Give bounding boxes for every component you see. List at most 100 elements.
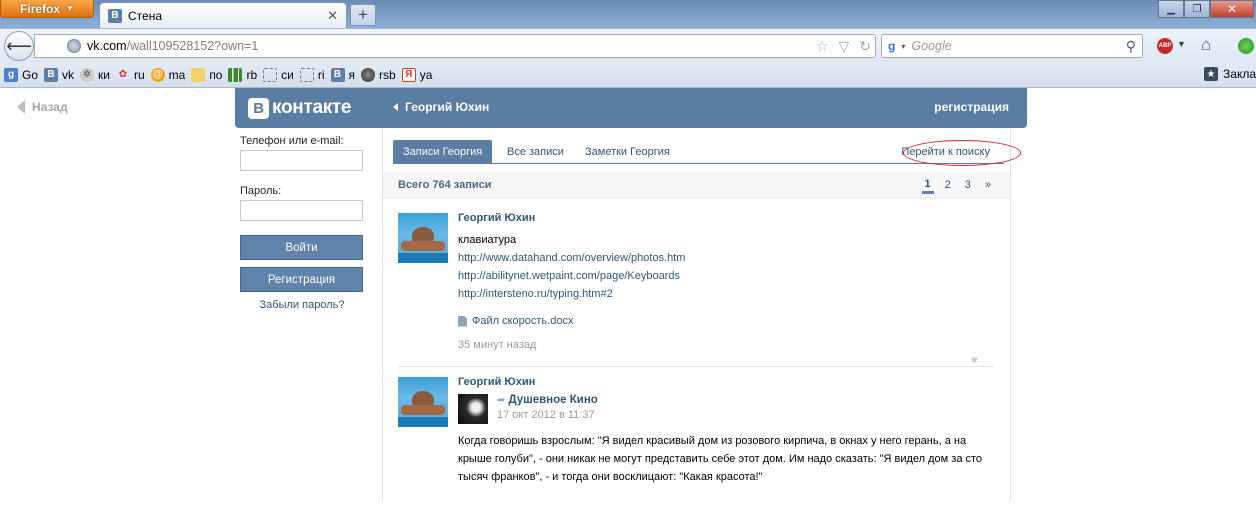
bookmark-item[interactable]: Вvk <box>44 67 74 82</box>
bookmarks-menu[interactable]: ★ Закла <box>1204 67 1256 81</box>
wall: Записи Георгия Все записи Заметки Георги… <box>382 128 1021 500</box>
bookmark-label: ya <box>419 67 433 82</box>
divider <box>398 366 995 367</box>
avatar[interactable] <box>398 377 448 427</box>
home-icon[interactable]: ⌂ <box>1201 35 1211 55</box>
arrow-left-icon <box>17 100 25 114</box>
vk-icon: В <box>330 67 345 82</box>
password-field[interactable] <box>240 200 363 221</box>
bookmark-item[interactable]: ri <box>299 67 325 82</box>
post-time[interactable]: 35 минут назад <box>458 339 995 351</box>
post-author[interactable]: Георгий Юхин <box>458 376 995 388</box>
post-text: Когда говоришь взрослым: "Я видел красив… <box>458 435 983 483</box>
search-input[interactable]: Google <box>911 39 1119 53</box>
repost-avatar[interactable] <box>458 394 488 424</box>
address-bar[interactable]: vk.com/wall109528152?own=1 ☆ ▽ ↻ <box>34 34 876 58</box>
window-controls: ▁ ❐ ✕ <box>1158 0 1254 18</box>
tab-owner-posts[interactable]: Записи Георгия <box>393 140 493 164</box>
google-icon[interactable]: g <box>888 39 895 53</box>
yandex-icon: Я <box>401 67 416 82</box>
repost-source-name: Душевное Кино <box>508 394 598 406</box>
adblock-icon[interactable]: ABP <box>1157 38 1173 54</box>
repost-source[interactable]: ➦ Душевное Кино <box>497 394 598 406</box>
restore-button[interactable]: ❐ <box>1184 0 1210 18</box>
bookmark-star-icon[interactable]: ☆ <box>816 38 829 55</box>
post-link[interactable]: http://intersteno.ru/typing.htm#2 <box>458 285 995 303</box>
bookmark-item[interactable]: Вя <box>330 67 355 82</box>
bookmark-label: ma <box>168 67 186 82</box>
search-bar[interactable]: g ▾ Google ⚲ <box>881 34 1143 58</box>
minimize-button[interactable]: ▁ <box>1158 0 1184 18</box>
globe-icon <box>67 39 81 53</box>
bookmark-item[interactable]: ✿ ru <box>116 68 145 82</box>
bookmark-item[interactable]: Яya <box>401 67 433 82</box>
vk-favicon-icon: В <box>108 8 122 23</box>
heart-icon[interactable]: ♥ <box>971 353 978 367</box>
dropdown-arrow-icon[interactable]: ▽ <box>838 38 849 55</box>
chevron-down-icon[interactable]: ▼ <box>1177 39 1186 49</box>
google-icon: g <box>4 67 18 82</box>
tab-notes[interactable]: Заметки Георгия <box>575 140 680 164</box>
post-text: клавиатура <box>458 234 517 246</box>
vk-logo-icon: В <box>248 97 269 119</box>
back-link-label: Назад <box>32 100 68 114</box>
bookmark-item[interactable]: rb <box>228 67 258 82</box>
tab-all-posts[interactable]: Все записи <box>497 140 574 164</box>
bookmark-item[interactable]: ✲ ки <box>80 67 110 82</box>
wall-tabs: Записи Георгия Все записи Заметки Георги… <box>393 140 1021 166</box>
page-link-current[interactable]: 1 <box>921 176 934 194</box>
forgot-password-link[interactable]: Забыли пароль? <box>240 299 364 311</box>
page-icon <box>263 67 278 82</box>
post-count: Всего 764 записи <box>398 179 492 191</box>
chevron-down-icon: ▼ <box>66 4 74 13</box>
chevron-down-icon[interactable]: ▾ <box>901 42 905 51</box>
close-window-button[interactable]: ✕ <box>1210 0 1254 18</box>
repost-header: ➦ Душевное Кино 17 окт 2012 в 11:37 <box>458 394 995 424</box>
firefox-menu-label: Firefox <box>20 1 61 16</box>
email-field[interactable] <box>240 150 363 171</box>
new-tab-button[interactable]: + <box>350 4 376 26</box>
vk-logo-text: контакте <box>272 97 352 118</box>
repost-date[interactable]: 17 окт 2012 в 11:37 <box>497 409 598 421</box>
post-link[interactable]: http://www.datahand.com/overview/photos.… <box>458 249 995 267</box>
bookmark-item[interactable]: g Go <box>4 67 39 82</box>
url-text[interactable]: vk.com/wall109528152?own=1 <box>87 39 810 53</box>
register-button[interactable]: Регистрация <box>240 267 363 292</box>
bookmark-label: Go <box>22 67 39 82</box>
reload-icon[interactable]: ↻ <box>859 38 871 55</box>
go-to-search-link[interactable]: Перейти к поиску <box>901 140 990 164</box>
login-button[interactable]: Войти <box>240 235 363 260</box>
extension-icon[interactable] <box>1238 38 1254 54</box>
back-button[interactable]: ⟵ <box>4 31 34 61</box>
register-link[interactable]: регистрация <box>934 100 1009 114</box>
bookmark-label: ru <box>133 67 145 82</box>
bookmark-label: rb <box>246 67 258 82</box>
title-bar: Firefox ▼ В Стена ✕ + ▁ ❐ ✕ <box>0 0 1256 28</box>
page-link[interactable]: 3 <box>962 176 974 194</box>
bookmark-item[interactable]: по <box>191 67 223 82</box>
post-author[interactable]: Георгий Юхин <box>458 212 995 224</box>
tab-title: Стена <box>128 8 163 23</box>
phone-label: Телефон или e-mail: <box>240 135 344 147</box>
navigation-bar: vk.com/wall109528152?own=1 ☆ ▽ ↻ ⟵ g ▾ G… <box>0 28 1256 62</box>
vk-logo[interactable]: В контакте <box>248 97 352 119</box>
post-link[interactable]: http://abilitynet.wetpaint.com/page/Keyb… <box>458 267 995 285</box>
bookmarks-menu-label: Закла <box>1223 67 1256 81</box>
bookmark-item[interactable]: @ ma <box>150 67 186 82</box>
film-icon: ✲ <box>80 67 95 82</box>
bookmark-label: rsb <box>379 67 396 82</box>
firefox-menu-button[interactable]: Firefox ▼ <box>0 0 94 18</box>
browser-tab[interactable]: В Стена ✕ <box>99 2 347 28</box>
bookmark-item[interactable]: си <box>263 67 294 82</box>
owner-link[interactable]: Георгий Юхин <box>393 100 489 114</box>
close-tab-icon[interactable]: ✕ <box>327 8 338 24</box>
attachment-name: Файл скорость.docx <box>472 315 574 327</box>
page-link[interactable]: 2 <box>942 176 954 194</box>
next-page-link[interactable]: » <box>982 176 994 194</box>
bookmark-item[interactable]: rsb <box>361 67 396 82</box>
bookmark-label: по <box>209 67 223 82</box>
search-icon[interactable]: ⚲ <box>1126 38 1136 55</box>
back-link[interactable]: Назад <box>17 100 68 114</box>
attachment-link[interactable]: Файл скорость.docx <box>458 315 995 327</box>
avatar[interactable] <box>398 213 448 263</box>
